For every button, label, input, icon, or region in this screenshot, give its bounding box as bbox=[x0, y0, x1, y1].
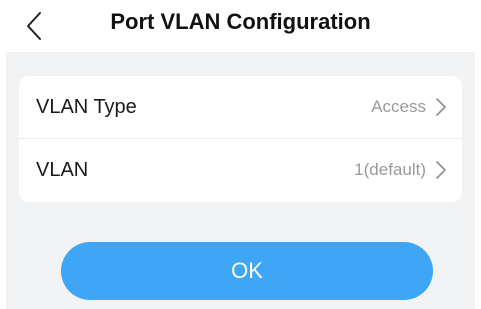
ok-button[interactable]: OK bbox=[61, 242, 433, 300]
back-button[interactable] bbox=[18, 6, 58, 46]
vlan-type-label: VLAN Type bbox=[36, 96, 137, 118]
page-title: Port VLAN Configuration bbox=[110, 9, 371, 34]
header-bar: Port VLAN Configuration bbox=[0, 0, 481, 52]
chevron-right-icon bbox=[436, 161, 446, 179]
vlan-value: 1(default) bbox=[354, 160, 426, 179]
settings-card: VLAN Type Access VLAN 1(default) bbox=[19, 76, 462, 202]
vlan-type-row[interactable]: VLAN Type Access bbox=[19, 76, 462, 138]
content-area: VLAN Type Access VLAN 1(default) OK bbox=[6, 52, 475, 309]
vlan-type-value: Access bbox=[371, 97, 426, 116]
vlan-label: VLAN bbox=[36, 159, 89, 181]
vlan-row[interactable]: VLAN 1(default) bbox=[19, 139, 462, 201]
chevron-left-icon bbox=[27, 12, 41, 40]
chevron-right-icon bbox=[436, 98, 446, 116]
